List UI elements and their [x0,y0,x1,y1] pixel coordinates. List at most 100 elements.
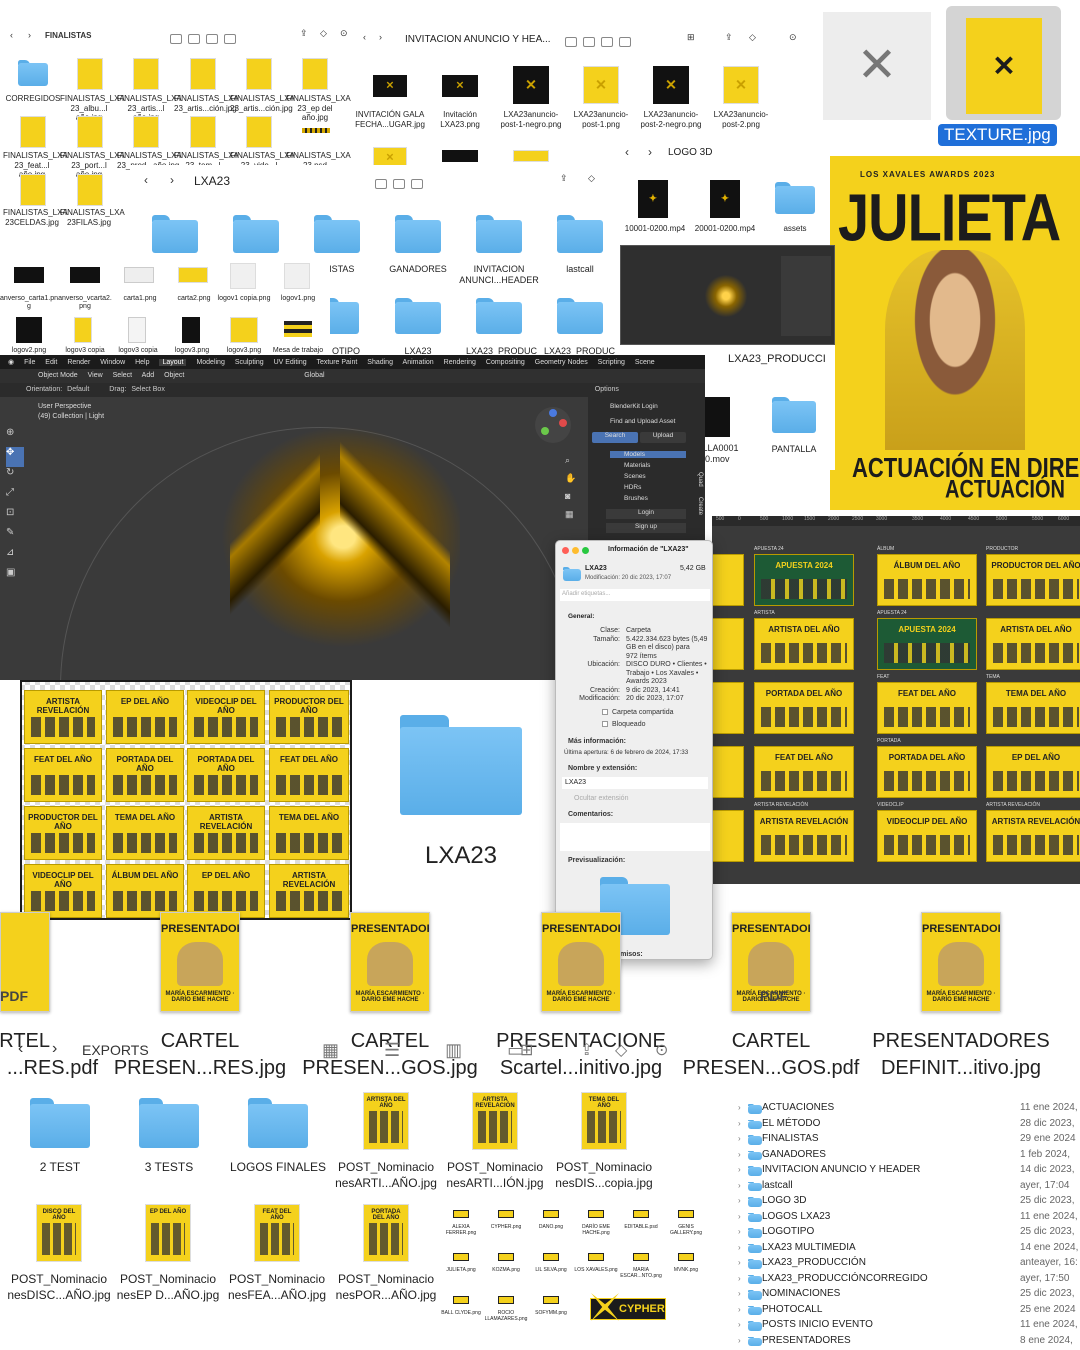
folder-icon[interactable] [139,1098,199,1148]
artboard[interactable]: APUESTA 2024 [754,554,854,606]
preview-section[interactable]: Previsualización: [568,857,625,864]
artboard[interactable] [712,618,744,670]
more-icon[interactable]: ⊙ [340,28,348,39]
folder-icon[interactable] [476,215,522,253]
zoom-icon[interactable]: ⌕ [565,455,570,466]
more-icon[interactable]: ⊙ [655,1040,668,1060]
scene-selector[interactable]: Scene [635,359,655,366]
workspace-tab[interactable]: Texture Paint [316,359,357,366]
artboard[interactable]: PRODUCTOR DEL AÑO [986,554,1080,606]
logo-file-thumbnail[interactable] [453,1296,469,1304]
nomination-tile[interactable]: PRODUCTOR DEL AÑO [269,690,349,744]
file-thumbnail[interactable]: ✕ [653,66,689,104]
workspace-tab[interactable]: Sculpting [235,359,264,366]
logo-file-thumbnail[interactable] [588,1210,604,1218]
view-buttons[interactable]: ▦ ☰ ▥ ▭ [322,1040,544,1061]
workspace-tab[interactable]: Rendering [444,359,476,366]
folder-icon[interactable] [30,1098,90,1148]
artboard[interactable]: ARTISTA DEL AÑO [986,618,1080,670]
list-row[interactable]: › NOMINACIONES 25 dic 2023, [736,1287,1080,1303]
side-tab[interactable]: Quad [697,472,703,487]
artboard[interactable]: FEAT DEL AÑO [877,682,977,734]
nomination-tile[interactable]: EP DEL AÑO [106,690,184,744]
more-info-section[interactable]: Más información: [568,738,626,745]
file-thumbnail[interactable] [70,267,100,283]
file-thumbnail[interactable] [246,116,272,148]
list-row[interactable]: › POSTS INICIO EVENTO 11 ene 2024, [736,1318,1080,1334]
disclosure-icon[interactable]: › [738,1103,741,1112]
poster-thumbnail[interactable]: PRESENTADORESMARÍA ESCARMIENTO · DARÍO E… [541,912,621,1012]
viewport[interactable]: User Perspective (49) Collection | Light… [0,397,588,680]
share-icon[interactable]: ⇪ [725,32,733,43]
folder-icon[interactable] [314,215,360,253]
forward-icon[interactable]: › [52,1040,57,1058]
artboard[interactable]: ARTISTA DEL AÑO [754,618,854,670]
disclosure-icon[interactable]: › [738,1150,741,1159]
orientation-selector[interactable]: Default [67,386,89,393]
transform-orientation[interactable]: Global [304,372,324,379]
tags-input[interactable]: Añadir etiquetas... [560,589,710,601]
artboard[interactable]: EP DEL AÑO [986,746,1080,798]
search-tab[interactable]: Search [592,432,638,443]
logo-file-thumbnail[interactable] [498,1296,514,1304]
name-ext-section[interactable]: Nombre y extensión: [568,765,637,772]
more-icon[interactable]: ⊙ [789,32,797,43]
blender-logo-icon[interactable]: ◉ [8,359,14,366]
workspace-tab[interactable]: Animation [403,359,434,366]
mode-selector[interactable]: Object Mode [38,372,78,379]
upload-tab[interactable]: Upload [640,432,686,443]
file-thumbnail[interactable] [182,317,200,343]
camera-icon[interactable]: ◙ [565,491,570,501]
file-thumbnail[interactable]: ✕ [513,66,549,104]
list-row[interactable]: › LXA23 MULTIMEDIA 14 ene 2024, [736,1241,1080,1257]
panel-item[interactable]: Find and Upload Asset [610,418,675,425]
add-cube-icon[interactable]: ▣ [6,567,24,587]
transform-tool-icon[interactable]: ⊡ [6,507,24,527]
models-item[interactable]: Models [610,451,686,458]
list-view-icon[interactable] [393,178,405,189]
nomination-post-thumbnail[interactable]: TEMA DEL AÑO [581,1092,627,1150]
nomination-post-thumbnail[interactable]: EP DEL AÑO [145,1204,191,1262]
tag-icon[interactable]: ◇ [749,32,756,43]
forward-icon[interactable]: › [28,30,31,40]
menu-help[interactable]: Help [135,359,149,366]
file-thumbnail[interactable]: ✕ [442,75,478,97]
artboard[interactable]: ARTISTA REVELACIÓN [986,810,1080,862]
logo-file-thumbnail[interactable] [588,1253,604,1261]
menu-edit[interactable]: Edit [45,359,57,366]
nomination-tile[interactable]: PORTADA DEL AÑO [106,748,184,802]
view-buttons[interactable] [375,175,429,193]
workspace-tab[interactable]: Geometry Nodes [535,359,588,366]
folder-icon[interactable] [325,298,359,334]
lxa23-folder-icon[interactable] [400,715,522,815]
tag-icon[interactable]: ◇ [588,173,595,184]
file-thumbnail[interactable] [124,267,154,283]
logo-file-thumbnail[interactable] [498,1210,514,1218]
workspace-tab[interactable]: Layout [159,359,187,366]
file-thumbnail[interactable] [230,263,256,289]
file-thumbnail[interactable] [178,267,208,283]
grid-icon[interactable]: ▦ [565,509,574,520]
forward-icon[interactable]: › [648,145,652,159]
menu-file[interactable]: File [24,359,35,366]
general-section[interactable]: General: [568,613,594,620]
list-row[interactable]: › ACTUACIONES 11 ene 2024, [736,1101,1080,1117]
gallery-view-icon[interactable] [619,36,631,47]
header-menu-item[interactable]: View [88,372,103,379]
nomination-tile[interactable]: TEMA DEL AÑO [106,806,184,860]
file-thumbnail[interactable] [246,58,272,90]
file-thumbnail[interactable] [284,321,312,337]
nomination-tile[interactable]: FEAT DEL AÑO [24,748,102,802]
axis-x-icon[interactable] [559,419,567,427]
list-view-icon[interactable] [583,36,595,47]
logo-file-thumbnail[interactable] [498,1253,514,1261]
workspace-tab[interactable]: Modeling [196,359,224,366]
icon-view-icon[interactable] [375,178,387,189]
logo-file-thumbnail[interactable] [453,1210,469,1218]
file-thumbnail[interactable] [20,116,46,148]
folder-icon[interactable] [395,298,441,334]
artboard[interactable]: TEMA DEL AÑO [986,682,1080,734]
disclosure-icon[interactable]: › [738,1289,741,1298]
view-buttons[interactable] [565,33,637,51]
folder-icon[interactable] [557,298,603,334]
